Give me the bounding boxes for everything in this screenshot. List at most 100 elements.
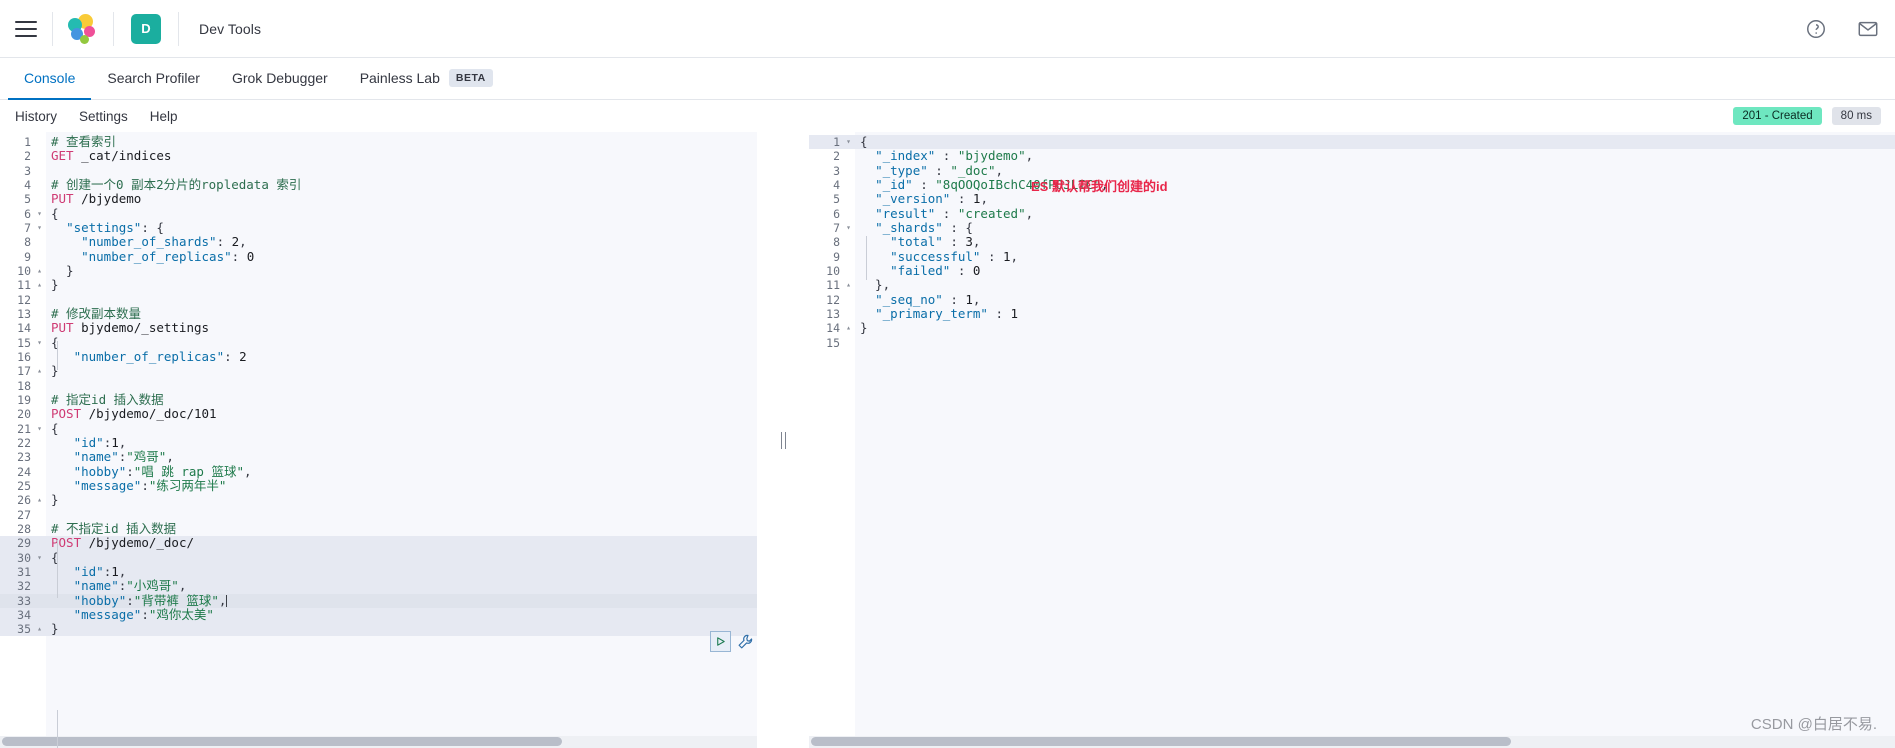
line-number: 13 (826, 306, 840, 321)
code-line[interactable]: 2 "_index" : "bjydemo", (809, 148, 1895, 164)
elastic-logo-icon[interactable] (53, 0, 113, 58)
code-line[interactable]: 17 ▴} (0, 364, 757, 379)
fold-toggle-icon[interactable]: ▾ (34, 221, 45, 235)
code-line[interactable]: 22 "id":1, (0, 435, 757, 450)
fold-toggle-icon[interactable]: ▾ (34, 551, 45, 565)
code-line[interactable]: 10 ▴ } (0, 263, 757, 278)
code-line[interactable]: 3 (0, 164, 757, 178)
fold-toggle-icon[interactable]: ▾ (34, 207, 45, 221)
code-line[interactable]: 10 "failed" : 0 (809, 263, 1895, 278)
code-line[interactable]: 21 ▾ { (0, 421, 757, 436)
code-line[interactable]: 26 ▴} (0, 493, 757, 508)
code-line[interactable]: 1 # 查看索引 (0, 134, 757, 149)
response-horizontal-scrollbar[interactable] (809, 736, 1895, 748)
code-line[interactable]: 25 "message":"练习两年半" (0, 477, 757, 493)
tab-grok-debugger[interactable]: Grok Debugger (216, 58, 344, 100)
code-line[interactable]: 14 PUT bjydemo/_settings (0, 321, 757, 336)
code-line[interactable]: 9 "number_of_replicas": 0 (0, 249, 757, 264)
code-line[interactable]: 8 "total" : 3, (809, 235, 1895, 250)
space-selector[interactable]: D (114, 0, 178, 58)
code-line[interactable]: 18 (0, 379, 757, 393)
submenu-item-history[interactable]: History (4, 109, 68, 124)
code-line[interactable]: 35 ▴} (0, 621, 757, 637)
scrollbar-thumb[interactable] (2, 737, 562, 746)
code-line[interactable]: 27 (0, 508, 757, 522)
code-line[interactable]: 11 ▴} (0, 278, 757, 293)
space-avatar[interactable]: D (131, 13, 161, 44)
tab-search-profiler[interactable]: Search Profiler (91, 58, 216, 100)
line-number: 32 (17, 579, 31, 594)
fold-toggle-icon[interactable]: ▾ (34, 336, 45, 350)
fold-toggle-icon[interactable]: ▴ (843, 321, 854, 335)
code-line[interactable]: 19 # 指定id 插入数据 (0, 392, 757, 407)
code-line[interactable]: 9 "successful" : 1, (809, 249, 1895, 264)
code-text: # 修改副本数量 (51, 305, 142, 321)
code-line[interactable]: 7 ▾ "settings": { (0, 219, 757, 235)
code-line[interactable]: 13 "_primary_term" : 1 (809, 306, 1895, 321)
code-line[interactable]: 29 POST /bjydemo/_doc/ (0, 536, 757, 551)
indent-guide (57, 710, 58, 748)
fold-toggle-icon[interactable]: ▴ (34, 622, 45, 636)
code-line[interactable]: 4 # 创建一个0 副本2分片的ropledata 索引 (0, 177, 757, 192)
code-text: "_index" : "bjydemo", (875, 148, 1034, 164)
code-line[interactable]: 13 # 修改副本数量 (0, 305, 757, 321)
tab-painless-lab[interactable]: Painless Lab BETA (344, 58, 509, 100)
send-request-play-icon[interactable] (710, 631, 731, 652)
submenu-item-settings[interactable]: Settings (68, 109, 139, 124)
code-line[interactable]: 4 "_id" : "8qOOQoIBchC40fPOJLIC", (809, 177, 1895, 192)
code-line[interactable]: 2 GET _cat/indices (0, 149, 757, 164)
code-line[interactable]: 5 PUT /bjydemo (0, 192, 757, 207)
fold-toggle-icon[interactable]: ▾ (843, 135, 854, 149)
code-line[interactable]: 20 POST /bjydemo/_doc/101 (0, 407, 757, 422)
code-line[interactable]: 15 (809, 336, 1895, 350)
code-line[interactable]: 34 "message":"鸡你太美" (0, 607, 757, 623)
code-line[interactable]: 1 ▾ { (809, 134, 1895, 150)
hamburger-bar (15, 27, 37, 30)
fold-toggle-icon[interactable]: ▾ (843, 221, 854, 235)
code-text: "settings": { (66, 219, 164, 235)
code-line[interactable]: 5 "_version" : 1, (809, 192, 1895, 207)
fold-toggle-icon[interactable]: ▴ (34, 278, 45, 292)
duration-badge: 80 ms (1831, 107, 1881, 125)
mail-icon[interactable] (1857, 18, 1879, 40)
code-line[interactable]: 6 "result" : "created", (809, 206, 1895, 221)
code-line[interactable]: 15 ▾{ (0, 335, 757, 350)
code-line[interactable]: 23 "name":"鸡哥", (0, 450, 757, 465)
code-line[interactable]: 12 "_seq_no" : 1, (809, 292, 1895, 307)
editor-horizontal-scrollbar[interactable] (0, 736, 757, 748)
code-line[interactable]: 14 ▴} (809, 321, 1895, 336)
code-line[interactable]: 3 "_type" : "_doc", (809, 163, 1895, 178)
code-text: "message":"练习两年半" (73, 477, 227, 493)
code-line[interactable]: 32 "name":"小鸡哥", (0, 578, 757, 594)
response-lines[interactable]: 1 ▾{2 "_index" : "bjydemo", 3 "_type" : "_… (809, 132, 1895, 350)
code-line[interactable]: 12 (0, 293, 757, 307)
fold-toggle-icon[interactable]: ▴ (34, 493, 45, 507)
help-circle-icon[interactable] (1805, 18, 1827, 40)
code-line[interactable]: 11 ▴ }, (809, 278, 1895, 293)
line-number: 33 (17, 593, 31, 608)
scrollbar-thumb[interactable] (811, 737, 1511, 746)
code-line[interactable]: 8 "number_of_shards": 2, (0, 235, 757, 250)
code-line[interactable]: 7 ▾ "_shards" : { (809, 220, 1895, 235)
request-options-wrench-icon[interactable] (735, 632, 755, 652)
hamburger-menu-icon[interactable] (0, 0, 52, 58)
code-line[interactable]: 24 "hobby":"唱 跳 rap 篮球", (0, 464, 757, 479)
code-line[interactable]: 30 ▾{ (0, 550, 757, 565)
code-line[interactable]: 31 "id":1, (0, 564, 757, 580)
tab-console[interactable]: Console (8, 58, 92, 100)
splitter-grip-icon[interactable] (780, 431, 786, 449)
code-text: "name":"小鸡哥", (73, 578, 187, 594)
code-line[interactable]: 33 "hobby":"背带裤 篮球", (0, 593, 757, 608)
request-editor-pane[interactable]: 1 # 查看索引 2 GET _cat/indices 3 4 # 创建一个0 副本2分片的… (0, 132, 757, 748)
code-line[interactable]: 28 # 不指定id 插入数据 (0, 521, 757, 536)
pane-splitter[interactable] (757, 132, 809, 748)
submenu-item-help[interactable]: Help (139, 109, 189, 124)
fold-toggle-icon[interactable]: ▴ (843, 278, 854, 292)
code-line[interactable]: 16 "number_of_replicas": 2 (0, 349, 757, 364)
response-pane[interactable]: 1 ▾{2 "_index" : "bjydemo", 3 "_type" : "_… (809, 132, 1895, 748)
request-editor-lines[interactable]: 1 # 查看索引 2 GET _cat/indices 3 4 # 创建一个0 副本2分片的… (0, 132, 757, 637)
fold-toggle-icon[interactable]: ▴ (34, 264, 45, 278)
fold-toggle-icon[interactable]: ▾ (34, 422, 45, 436)
fold-toggle-icon[interactable]: ▴ (34, 364, 45, 378)
code-line[interactable]: 6 ▾ { (0, 206, 757, 221)
